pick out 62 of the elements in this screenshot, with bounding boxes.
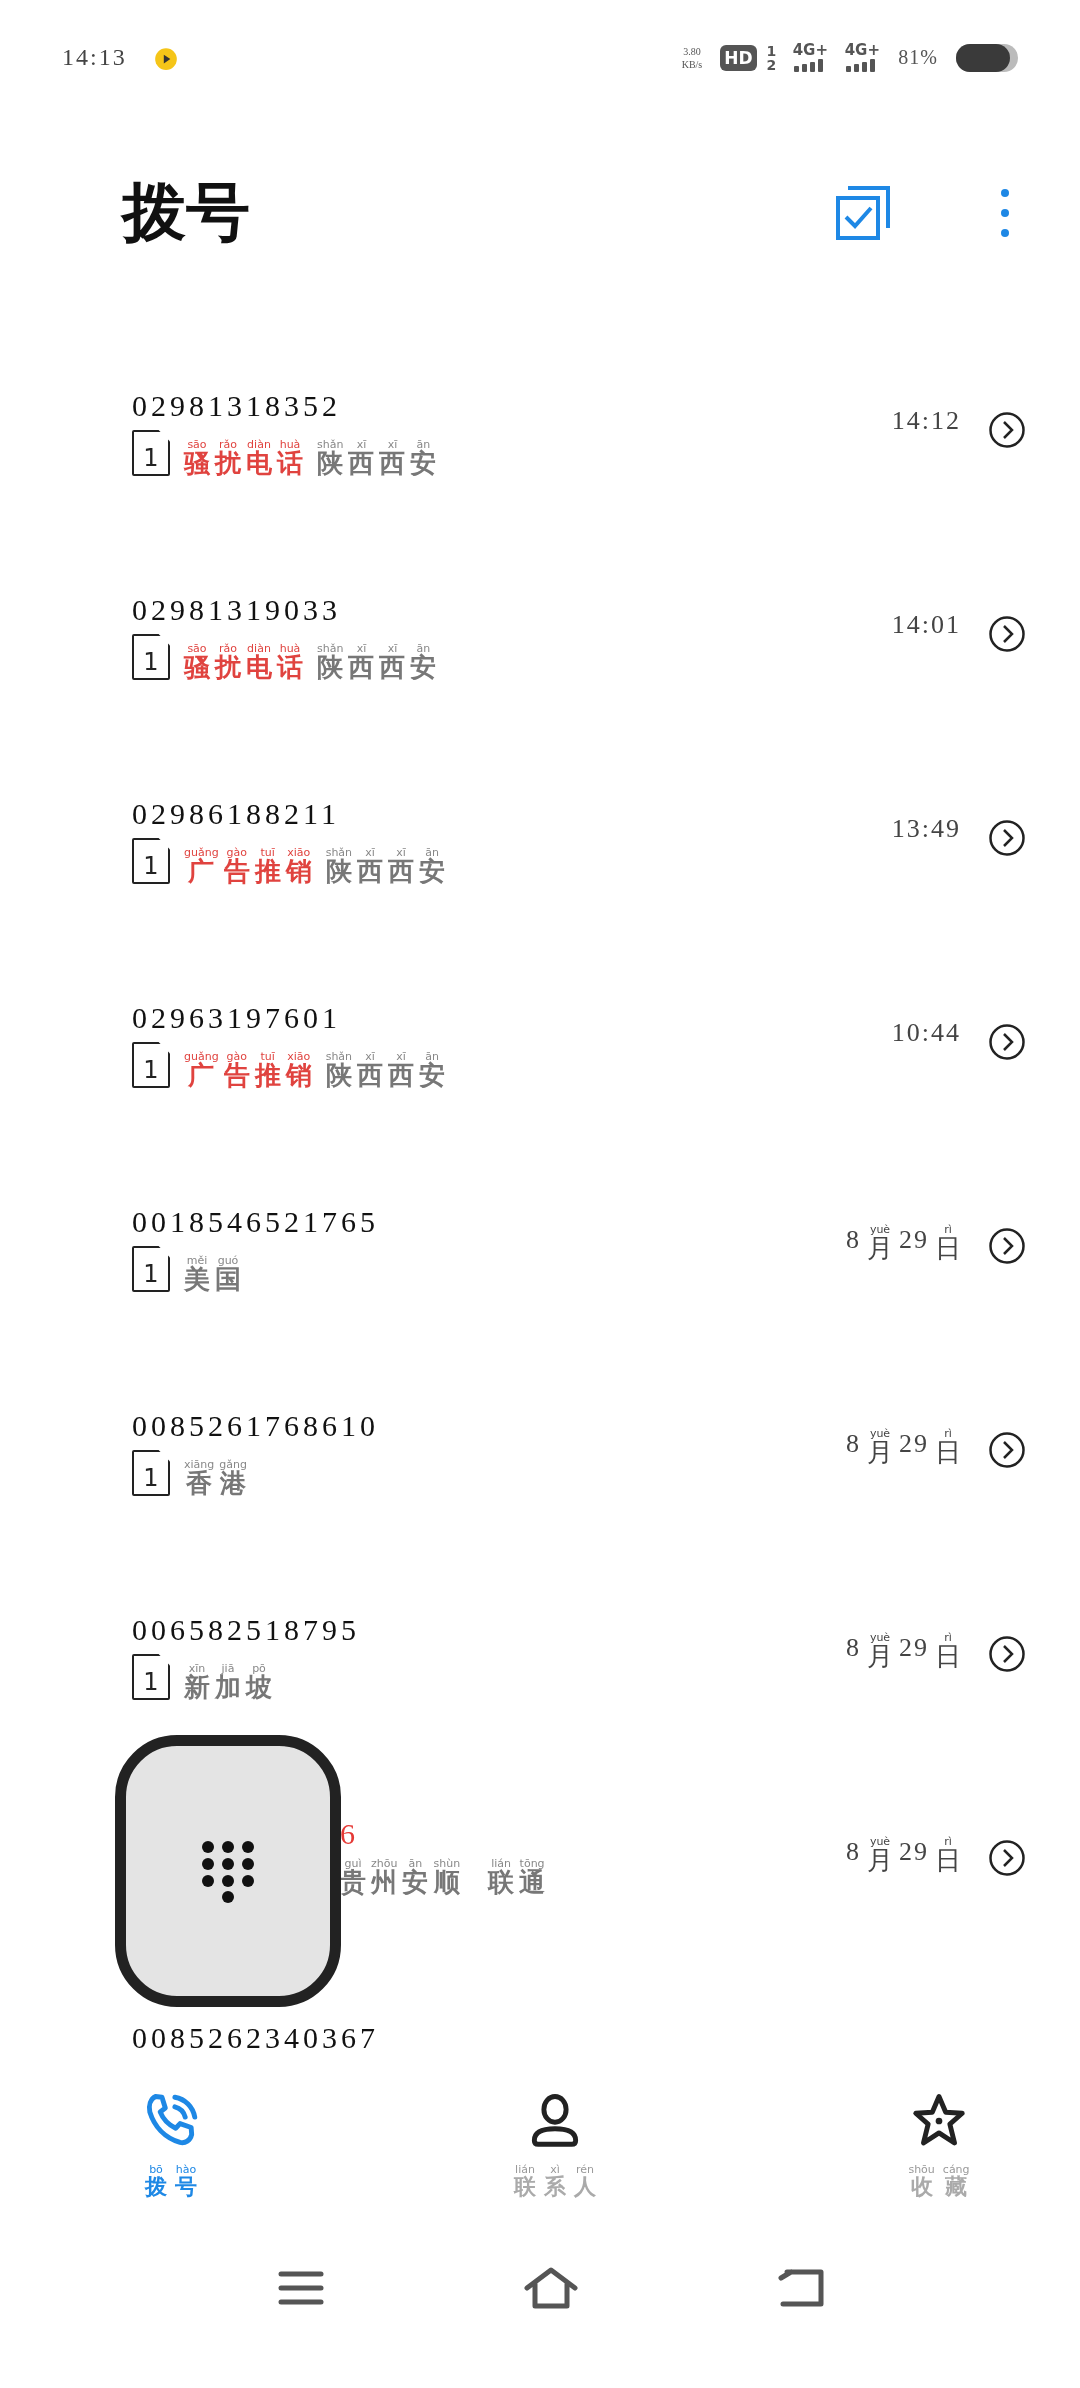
home-icon[interactable]: [522, 2266, 579, 2310]
speed-value: 3.80: [683, 44, 701, 58]
details-chevron-icon[interactable]: [989, 412, 1025, 448]
sim-slot-number: 2: [766, 57, 777, 72]
call-time: 10:44: [891, 1020, 961, 1049]
spam-tag: 广 guǎng 告 gào 推 tuī 销 xiāo: [184, 847, 312, 884]
call-location: 陕 shǎn 西 xī 西 xī 安 ān: [325, 847, 446, 884]
nav-tab[interactable]: 联 lián 系 xì 人 rén: [514, 2089, 596, 2197]
page-title: 拨号: [122, 174, 250, 251]
nav-tab[interactable]: 拨 bō 号 hào: [140, 2089, 202, 2197]
call-location: 陕 shǎn 西 xī 西 xī 安 ān: [317, 439, 437, 476]
menu-icon[interactable]: [278, 2270, 324, 2306]
speed-unit: KB/s: [681, 57, 703, 71]
multi-select-icon[interactable]: [834, 183, 892, 242]
network-type: 4G+: [844, 43, 880, 58]
sim-card-icon: 1: [132, 1042, 170, 1088]
sim-card-icon: 1: [132, 1654, 170, 1700]
phone-number: 02963197601: [132, 1000, 341, 1036]
details-chevron-icon[interactable]: [989, 1228, 1025, 1264]
details-chevron-icon[interactable]: [989, 1024, 1025, 1060]
sim-card-icon: 1: [132, 430, 170, 476]
call-time: 13:49: [891, 816, 961, 845]
sim-card-icon: 1: [132, 634, 170, 680]
spam-tag: 骚 sāo 扰 rǎo 电 diàn 话 huà: [184, 439, 303, 476]
spam-tag: 广 guǎng 告 gào 推 tuī 销 xiāo: [184, 1051, 312, 1088]
call-time: 14:01: [891, 612, 961, 641]
details-chevron-icon[interactable]: [989, 1636, 1025, 1672]
battery-icon: [956, 43, 1018, 72]
phone-number: 0018546521765: [132, 1204, 379, 1240]
network-type: 4G+: [792, 43, 828, 58]
call-location: 陕 shǎn 西 xī 西 xī 安 ān: [317, 643, 437, 680]
phone-number: 0085261768610: [132, 1408, 379, 1444]
nav-tab[interactable]: 收 shōu 藏 cáng: [908, 2089, 970, 2197]
details-chevron-icon[interactable]: [989, 1840, 1025, 1876]
phone-number: 02986188211: [132, 796, 340, 832]
more-options-icon[interactable]: [1000, 187, 1010, 238]
details-chevron-icon[interactable]: [989, 616, 1025, 652]
sim-slot-number: 1: [766, 43, 777, 58]
call-time: 14:12: [891, 408, 961, 437]
spam-tag: 骚 sāo 扰 rǎo 电 diàn 话 huà: [184, 643, 303, 680]
sim-card-icon: 1: [132, 1246, 170, 1292]
back-icon[interactable]: [777, 2268, 825, 2308]
phone-number: 0085262340367: [132, 2020, 379, 2056]
call-location: 贵 guì 州 zhōu 安 ān 顺 shùn: [340, 1858, 461, 1895]
dialpad-icon: [200, 1839, 256, 1903]
hd-badge: HD: [720, 44, 757, 71]
phone-number: 02981319033: [132, 592, 341, 628]
carrier-label: 联 lián 通 tōng: [488, 1858, 546, 1895]
phone-number: 6: [340, 1816, 359, 1852]
sim-card-icon: 1: [132, 838, 170, 884]
call-location: 新 xīn 加 jiā 坡 pō: [184, 1663, 272, 1700]
sim-card-icon: 1: [132, 1450, 170, 1496]
dialpad-button[interactable]: [115, 1735, 341, 2007]
details-chevron-icon[interactable]: [989, 1432, 1025, 1468]
details-chevron-icon[interactable]: [989, 820, 1025, 856]
phone-number: 02981318352: [132, 388, 341, 424]
call-location: 陕 shǎn 西 xī 西 xī 安 ān: [325, 1051, 446, 1088]
battery-percent: 81%: [898, 46, 938, 69]
call-location: 美 měi 国 guó: [184, 1255, 241, 1292]
status-time: 14:13: [62, 44, 127, 71]
call-location: 香 xiāng 港 gǎng: [184, 1459, 247, 1496]
phone-number: 006582518795: [132, 1612, 360, 1648]
